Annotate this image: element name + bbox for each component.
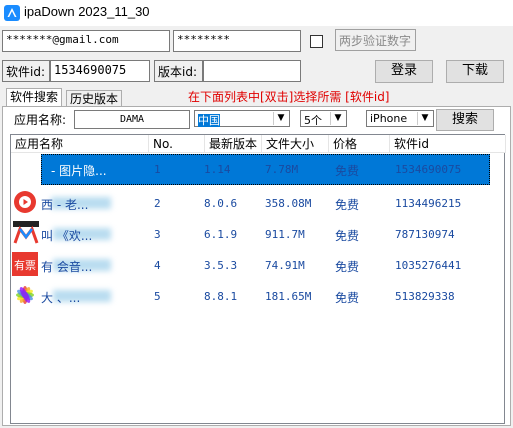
row-software-id: 1534690075: [395, 163, 462, 176]
column-header-file-size[interactable]: 文件大小: [262, 135, 329, 153]
row-app-name: 大 、...: [41, 291, 81, 305]
twofa-checkbox[interactable]: [310, 35, 323, 48]
download-button[interactable]: 下载: [446, 60, 504, 83]
row-size: 181.65M: [265, 290, 312, 303]
row-size: 911.7M: [265, 228, 305, 241]
row-no: 1: [154, 163, 161, 176]
svg-text:有票: 有票: [14, 258, 36, 272]
row-version: 8.8.1: [204, 290, 238, 303]
app-name-input[interactable]: DAMA: [74, 110, 190, 129]
version-id-field[interactable]: [203, 60, 301, 82]
tab-history-versions[interactable]: 历史版本: [66, 90, 123, 107]
row-size: 358.08M: [265, 197, 312, 210]
youpiao-icon: 有票: [12, 252, 38, 276]
device-value: iPhone: [370, 112, 408, 125]
red-play-icon: [14, 191, 36, 213]
row-size: 74.91M: [265, 259, 305, 272]
tab-software-search[interactable]: 软件搜索: [6, 88, 63, 108]
count-select[interactable]: 5个 ▼: [300, 110, 347, 127]
device-select[interactable]: iPhone ▼: [366, 110, 434, 127]
colorful-flower-icon: [16, 286, 34, 304]
row-no: 3: [154, 228, 161, 241]
row-no: 4: [154, 259, 161, 272]
row-version: 8.0.6: [204, 197, 238, 210]
row-app-name: - 图片隐...: [51, 164, 107, 178]
chevron-down-icon: ▼: [273, 112, 288, 125]
row-software-id: 787130974: [395, 228, 455, 241]
column-header-app-name[interactable]: 应用名称: [11, 135, 149, 153]
software-id-field[interactable]: 1534690075: [50, 60, 150, 82]
row-version: 1.14: [204, 163, 231, 176]
column-header-no[interactable]: No.: [149, 135, 205, 153]
double-click-hint: 在下面列表中[双击]选择所需 [软件id]: [188, 90, 390, 104]
search-button[interactable]: 搜索: [436, 109, 494, 131]
row-price: 免费: [335, 291, 360, 305]
app-icon: [4, 5, 20, 21]
version-id-label: 版本id:: [154, 60, 203, 82]
row-size: 7.78M: [265, 163, 299, 176]
column-header-latest-version[interactable]: 最新版本: [205, 135, 262, 153]
chevron-down-icon: ▼: [330, 112, 345, 125]
row-app-name: 叫 《欢...: [41, 229, 93, 243]
m-logo-icon: [13, 221, 39, 244]
row-no: 5: [154, 290, 161, 303]
row-app-name: 西 - 老...: [41, 198, 89, 212]
column-header-price[interactable]: 价格: [329, 135, 390, 153]
row-price: 免费: [335, 229, 360, 243]
row-app-name: 有 会音...: [41, 260, 93, 274]
count-value: 5个: [304, 114, 322, 127]
chevron-down-icon: ▼: [417, 112, 432, 125]
region-select[interactable]: 中国 ▼: [194, 110, 290, 127]
row-software-id: 513829338: [395, 290, 455, 303]
login-button[interactable]: 登录: [375, 60, 433, 83]
results-list[interactable]: 应用名称 No. 最新版本 文件大小 价格 软件id - 图片隐... 1 1.…: [10, 134, 506, 424]
app-name-label: 应用名称:: [14, 113, 67, 127]
row-software-id: 1035276441: [395, 259, 462, 272]
row-price: 免费: [335, 164, 360, 178]
window-title: ipaDown 2023_11_30: [24, 4, 150, 19]
row-version: 6.1.9: [204, 228, 238, 241]
row-no: 2: [154, 197, 161, 210]
region-value: 中国: [198, 114, 220, 127]
row-version: 3.5.3: [204, 259, 238, 272]
software-id-label: 软件id:: [2, 60, 50, 82]
row-price: 免费: [335, 260, 360, 274]
password-field[interactable]: ********: [173, 30, 301, 52]
row-software-id: 1134496215: [395, 197, 462, 210]
twofa-code-field[interactable]: 两步验证数字: [335, 29, 416, 51]
white-app-icon: [17, 157, 41, 181]
column-header-software-id[interactable]: 软件id: [390, 135, 506, 153]
email-field[interactable]: *******@gmail.com: [2, 30, 170, 52]
row-price: 免费: [335, 198, 360, 212]
